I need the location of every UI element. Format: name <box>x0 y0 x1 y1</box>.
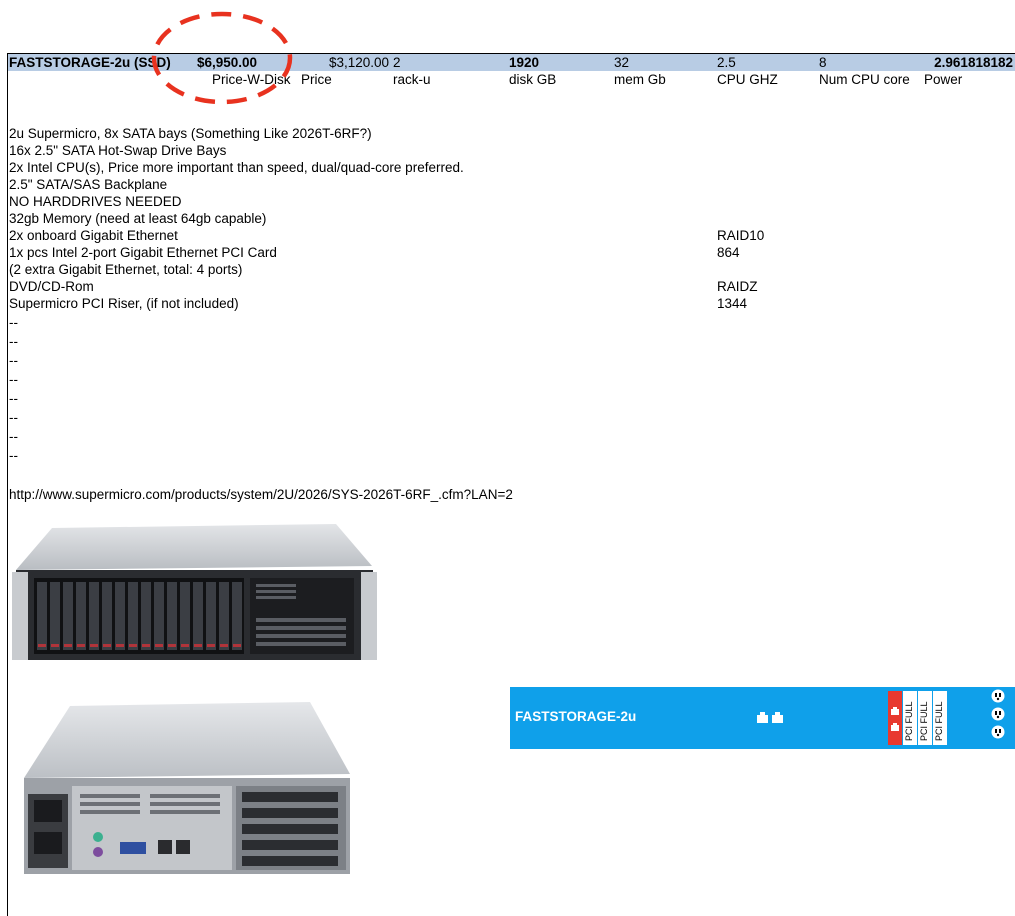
description-line[interactable]: 32gb Memory (need at least 64gb capable) <box>9 211 266 227</box>
description-line[interactable]: NO HARDDRIVES NEEDED <box>9 194 182 210</box>
description-line[interactable]: 16x 2.5" SATA Hot-Swap Drive Bays <box>9 143 226 159</box>
server-name-cell[interactable]: FASTSTORAGE-2u (SSD) <box>9 54 171 71</box>
description-line[interactable]: -- <box>9 410 18 426</box>
pci-slot-label: PCI FULL <box>934 701 944 741</box>
ethernet-ports-icon <box>757 712 783 723</box>
description-line[interactable]: -- <box>9 448 18 464</box>
rack-u-value[interactable]: 2 <box>393 54 401 71</box>
server-front-image <box>12 524 377 660</box>
mem-gb-value[interactable]: 32 <box>614 54 629 71</box>
power-outlets <box>991 689 1005 739</box>
raidz-value[interactable]: 1344 <box>717 296 747 312</box>
cpu-ghz-value[interactable]: 2.5 <box>717 54 736 71</box>
description-line[interactable]: 2x onboard Gigabit Ethernet <box>9 228 178 244</box>
description-line[interactable]: -- <box>9 372 18 388</box>
num-cpu-core-label[interactable]: Num CPU core <box>819 71 910 88</box>
rack-diagram-title: FASTSTORAGE-2u <box>515 709 637 724</box>
mem-gb-label[interactable]: mem Gb <box>614 71 666 88</box>
description-line[interactable]: -- <box>9 391 18 407</box>
rack-u-label[interactable]: rack-u <box>393 71 431 88</box>
pci-slots: PCI FULL PCI FULL PCI FULL <box>888 691 947 745</box>
power-label[interactable]: Power <box>924 71 962 88</box>
pci-slot: PCI FULL <box>933 691 947 745</box>
price-value[interactable]: $3,120.00 <box>329 54 389 71</box>
raid10-value[interactable]: 864 <box>717 245 740 261</box>
description-line[interactable]: -- <box>9 334 18 350</box>
cpu-ghz-label[interactable]: CPU GHZ <box>717 71 778 88</box>
rack-diagram[interactable]: FASTSTORAGE-2u PCI FULL PCI FULL PCI FUL… <box>510 687 1015 749</box>
power-outlet-icon <box>991 689 1005 703</box>
raidz-label[interactable]: RAIDZ <box>717 279 758 295</box>
description-line[interactable]: -- <box>9 353 18 369</box>
ethernet-card-icon <box>891 707 899 731</box>
description-line[interactable]: DVD/CD-Rom <box>9 279 94 295</box>
server-rear-image <box>24 702 350 874</box>
description-line[interactable]: 2x Intel CPU(s), Price more important th… <box>9 160 464 176</box>
description-line[interactable]: 2u Supermicro, 8x SATA bays (Something L… <box>9 126 372 142</box>
server-name: FASTSTORAGE-2u <box>9 55 131 70</box>
description-line[interactable]: 1x pcs Intel 2-port Gigabit Ethernet PCI… <box>9 245 277 261</box>
description-line[interactable]: Supermicro PCI Riser, (if not included) <box>9 296 239 312</box>
supermicro-link[interactable]: http://www.supermicro.com/products/syste… <box>9 487 513 503</box>
pci-slot-label: PCI FULL <box>919 701 929 741</box>
num-cpu-core-value[interactable]: 8 <box>819 54 827 71</box>
disk-gb-label[interactable]: disk GB <box>509 71 556 88</box>
disk-gb-value[interactable]: 1920 <box>509 54 539 71</box>
pci-slot-occupied <box>888 691 902 745</box>
pci-slot-label: PCI FULL <box>904 701 914 741</box>
pci-slot: PCI FULL <box>903 691 917 745</box>
annotation-circle <box>151 11 293 105</box>
description-line[interactable]: 2.5" SATA/SAS Backplane <box>9 177 167 193</box>
power-value[interactable]: 2.961818182 <box>905 54 1013 71</box>
price-label[interactable]: Price <box>301 71 332 88</box>
pci-slot: PCI FULL <box>918 691 932 745</box>
raid10-label[interactable]: RAID10 <box>717 228 764 244</box>
power-outlet-icon <box>991 707 1005 721</box>
power-outlet-icon <box>991 725 1005 739</box>
description-line[interactable]: (2 extra Gigabit Ethernet, total: 4 port… <box>9 262 242 278</box>
description-line[interactable]: -- <box>9 315 18 331</box>
description-line[interactable]: -- <box>9 429 18 445</box>
